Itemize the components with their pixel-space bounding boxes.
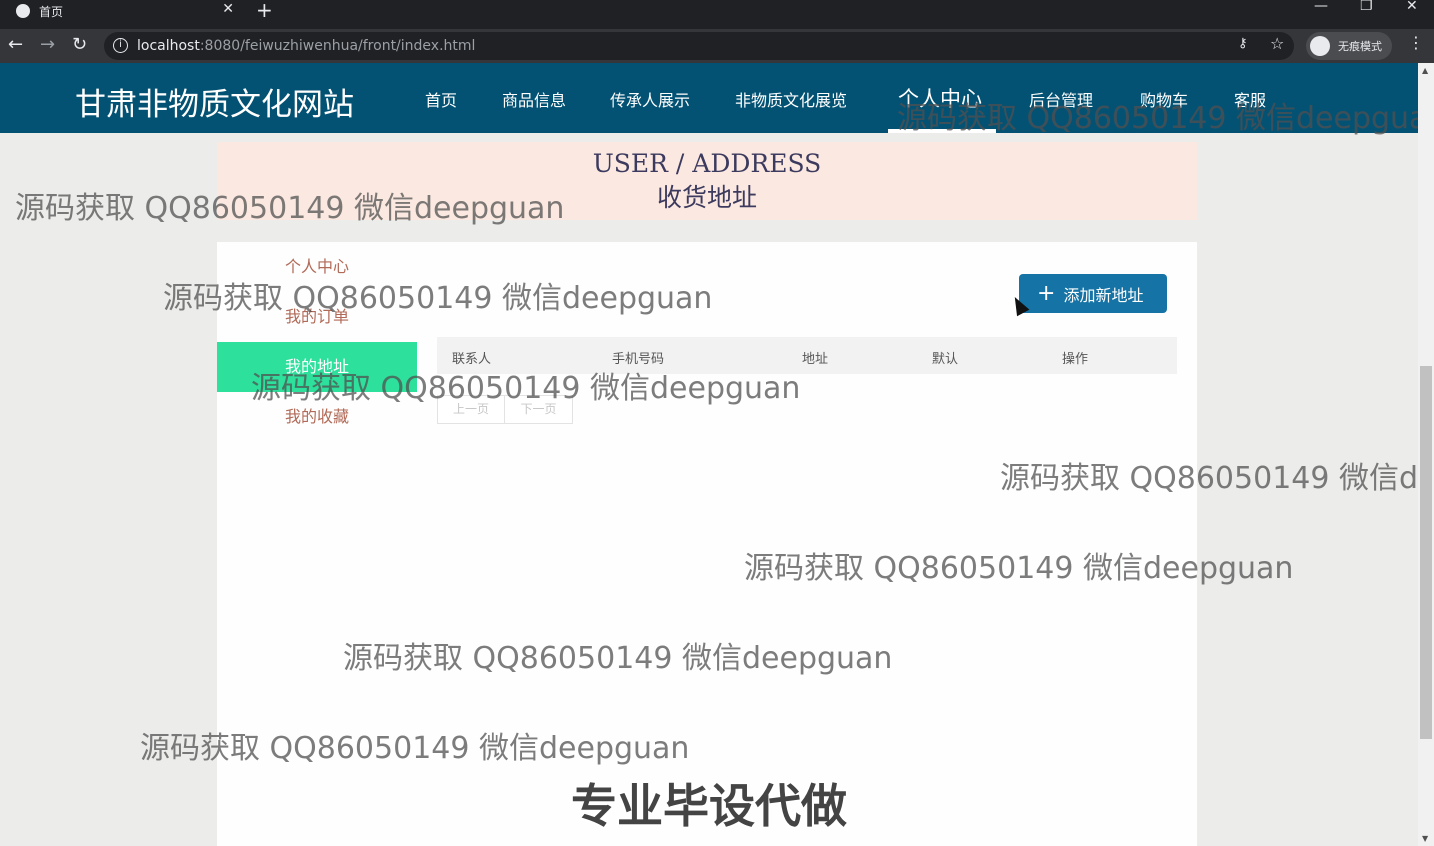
col-address: 地址 [802, 352, 829, 367]
nav-exhibition[interactable]: 非物质文化展览 [735, 87, 847, 111]
page: 甘肃非物质文化网站 首页 商品信息 传承人展示 非物质文化展览 个人中心 后台管… [0, 63, 1418, 846]
new-tab-button[interactable]: + [256, 0, 273, 22]
sidebar-item-personal-center[interactable]: 个人中心 [217, 242, 417, 292]
scrollbar-thumb[interactable] [1420, 366, 1432, 739]
add-address-label: 添加新地址 [1063, 285, 1144, 305]
forward-icon[interactable]: → [40, 34, 55, 55]
sidebar-item-orders[interactable]: 我的订单 [217, 292, 417, 342]
next-page-button[interactable]: 下一页 [505, 395, 573, 424]
reload-icon[interactable]: ↻ [72, 34, 87, 55]
nav-home[interactable]: 首页 [425, 87, 457, 111]
browser-tab[interactable]: 首页 ✕ [6, 0, 244, 22]
tab-title: 首页 [39, 4, 64, 19]
sidebar-item-address[interactable]: 我的地址 [217, 342, 417, 392]
nav-inheritors[interactable]: 传承人展示 [610, 87, 690, 111]
sidebar-item-favorites[interactable]: 我的收藏 [217, 392, 417, 442]
bookmark-star-icon[interactable]: ☆ [1270, 34, 1284, 53]
nav-admin[interactable]: 后台管理 [1029, 87, 1093, 111]
scroll-down-icon[interactable]: ▼ [1422, 834, 1428, 843]
incognito-badge[interactable]: 无痕模式 [1306, 32, 1392, 60]
nav-personal-center[interactable]: 个人中心 [898, 83, 982, 113]
tab-close-icon[interactable]: ✕ [222, 1, 234, 17]
site-info-icon[interactable]: i [113, 38, 128, 53]
key-icon[interactable]: ⚷ [1238, 36, 1248, 51]
restore-icon[interactable]: ❐ [1360, 0, 1373, 14]
banner-title-en: USER / ADDRESS [592, 149, 822, 178]
incognito-icon [1310, 36, 1330, 56]
url-text: localhost:8080/feiwuzhiwenhua/front/inde… [137, 38, 476, 54]
site-header: 甘肃非物质文化网站 首页 商品信息 传承人展示 非物质文化展览 个人中心 后台管… [0, 63, 1418, 133]
nav-service[interactable]: 客服 [1234, 87, 1266, 111]
page-scrollbar[interactable]: ▲ ▼ [1418, 63, 1434, 846]
col-contact: 联系人 [452, 352, 492, 367]
col-actions: 操作 [1062, 352, 1089, 367]
address-table-header: 联系人 手机号码 地址 默认 操作 [437, 337, 1177, 374]
pagination: 上一页 下一页 [437, 395, 573, 424]
scroll-up-icon[interactable]: ▲ [1422, 66, 1428, 75]
banner-title-zh: 收货地址 [656, 183, 757, 212]
site-title[interactable]: 甘肃非物质文化网站 [75, 79, 354, 124]
minimize-icon[interactable]: — [1314, 0, 1328, 14]
plus-icon: + [1037, 280, 1056, 306]
watermark-big-text: 专业毕设代做 [571, 779, 847, 833]
browser-toolbar: ← → ↻ i localhost:8080/feiwuzhiwenhua/fr… [0, 29, 1434, 63]
browser-tab-bar: 首页 ✕ + — ❐ ✕ [0, 0, 1434, 29]
nav-active-indicator [888, 129, 996, 133]
nav-cart[interactable]: 购物车 [1140, 87, 1188, 111]
browser-menu-icon[interactable]: ⋮ [1408, 33, 1424, 52]
window-close-icon[interactable]: ✕ [1406, 0, 1418, 14]
back-icon[interactable]: ← [8, 34, 23, 55]
globe-icon [16, 4, 30, 18]
nav-products[interactable]: 商品信息 [502, 87, 566, 111]
section-banner: USER / ADDRESS 收货地址 [217, 142, 1197, 220]
address-bar[interactable]: i localhost:8080/feiwuzhiwenhua/front/in… [104, 32, 1294, 60]
add-address-button[interactable]: + 添加新地址 [1019, 274, 1167, 313]
content-panel: 个人中心 我的订单 我的地址 我的收藏 + 添加新地址 联系人 手机号码 地址 … [217, 242, 1197, 846]
col-default: 默认 [932, 352, 959, 367]
col-phone: 手机号码 [612, 352, 665, 367]
incognito-label: 无痕模式 [1338, 40, 1382, 53]
prev-page-button[interactable]: 上一页 [437, 395, 505, 424]
